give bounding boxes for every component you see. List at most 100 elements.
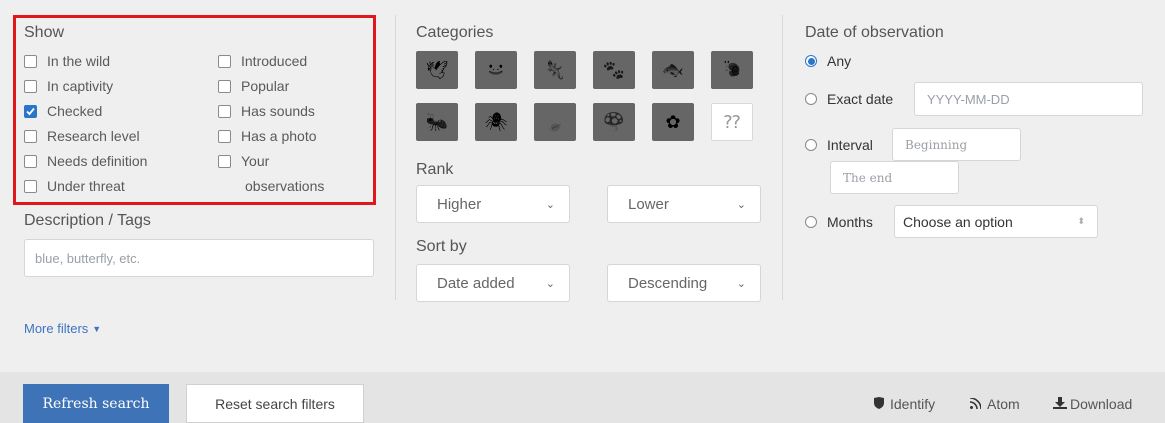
checkbox-label: Research level (47, 128, 140, 144)
checkbox[interactable] (218, 129, 231, 143)
description-title: Description / Tags (24, 212, 151, 229)
radio[interactable] (805, 139, 817, 151)
fungi-icon[interactable]: 🍄 (593, 103, 635, 141)
show-option-introduced[interactable]: Introduced (218, 53, 307, 69)
fish-icon[interactable]: 🐟 (652, 51, 694, 89)
checkbox-label: Needs definition (47, 153, 148, 169)
plant-icon[interactable]: 🍃 (534, 103, 576, 141)
checkbox-label: Introduced (241, 53, 308, 69)
date-interval-label: Interval (827, 137, 873, 153)
checkbox[interactable] (24, 79, 37, 93)
show-option-has-sounds[interactable]: Has sounds (218, 103, 315, 119)
rank-higher-select[interactable]: Higher ⌄ (416, 185, 570, 223)
caret-down-icon: ▼ (92, 323, 102, 334)
interval-end-input[interactable]: The end (830, 161, 959, 194)
shield-icon (874, 396, 884, 412)
show-option-under-threat[interactable]: Under threat (24, 178, 125, 194)
more-filters-link[interactable]: More filters ▼ (24, 321, 101, 336)
rank-lower-select[interactable]: Lower ⌄ (607, 185, 761, 223)
chevron-down-icon: ⌄ (736, 277, 746, 290)
checkbox-label: Has a photo (241, 128, 317, 144)
checkbox-label: Under threat (47, 178, 125, 194)
checkbox[interactable] (24, 129, 37, 143)
checkbox-label: Popular (241, 78, 290, 94)
download-icon (1053, 396, 1067, 412)
radio[interactable] (805, 216, 817, 228)
exact-date-input[interactable]: YYYY-MM-DD (914, 82, 1143, 116)
checkbox[interactable] (24, 104, 37, 118)
checkbox[interactable] (218, 104, 231, 118)
checkbox-label: In the wild (47, 53, 111, 69)
sort-field-value: Date added (437, 274, 515, 292)
date-months-label: Months (827, 214, 873, 230)
date-any-option[interactable]: Any (805, 53, 851, 69)
checkbox[interactable] (24, 54, 37, 68)
protozoa-icon[interactable]: ✿ (652, 103, 694, 141)
download-link[interactable]: Download (1053, 396, 1132, 412)
show-option-popular[interactable]: Popular (218, 78, 289, 94)
show-option-in-the-wild[interactable]: In the wild (24, 53, 110, 69)
rank-higher-value: Higher (437, 195, 482, 213)
date-exact-label: Exact date (827, 91, 894, 107)
checkbox-label: Checked (47, 103, 103, 119)
show-option-has-a-photo[interactable]: Has a photo (218, 128, 317, 144)
amphibian-icon[interactable]: 🐸 (475, 51, 517, 89)
show-option-checked[interactable]: Checked (24, 103, 102, 119)
checkbox[interactable] (218, 79, 231, 93)
date-title: Date of observation (805, 24, 944, 41)
categories-title: Categories (416, 24, 494, 41)
rss-icon (969, 396, 982, 412)
months-value: Choose an option (903, 213, 1013, 230)
checkbox[interactable] (218, 54, 231, 68)
divider-left (395, 15, 396, 300)
chevron-down-icon: ⌄ (736, 198, 746, 211)
mollusk-icon[interactable]: 🐌 (711, 51, 753, 89)
checkbox-label: Has sounds (241, 103, 315, 119)
description-input[interactable]: blue, butterfly, etc. (24, 239, 374, 277)
radio[interactable] (805, 93, 817, 105)
date-any-label: Any (827, 53, 852, 69)
show-option-needs-definition[interactable]: Needs definition (24, 153, 147, 169)
unknown-icon[interactable]: ⁇ (711, 103, 753, 141)
checkbox-label: In captivity (47, 78, 114, 94)
mammal-icon[interactable]: 🐾 (593, 51, 635, 89)
show-title: Show (24, 24, 65, 41)
radio-selected[interactable] (805, 55, 817, 67)
insect-icon[interactable]: 🐜 (416, 103, 458, 141)
sort-field-select[interactable]: Date added ⌄ (416, 264, 570, 302)
divider-right (782, 15, 783, 300)
your-observations-wrap-label: observations (245, 178, 325, 194)
checkbox[interactable] (24, 154, 37, 168)
chevron-down-icon: ⌄ (545, 198, 555, 211)
updown-icon: ⬍ (1077, 216, 1085, 226)
checkbox-label: Your (241, 153, 270, 169)
chevron-down-icon: ⌄ (545, 277, 555, 290)
arachnid-icon[interactable]: 🕷 (475, 103, 517, 141)
bird-icon[interactable]: 🕊 (416, 51, 458, 89)
show-option-your[interactable]: Your (218, 153, 269, 169)
refresh-search-button[interactable]: Refresh search (23, 384, 169, 423)
show-option-in-captivity[interactable]: In captivity (24, 78, 113, 94)
identify-link[interactable]: Identify (874, 396, 935, 412)
atom-link[interactable]: Atom (969, 396, 1020, 412)
identify-label: Identify (890, 396, 936, 412)
more-filters-label: More filters (24, 321, 89, 336)
atom-label: Atom (987, 396, 1020, 412)
checkbox[interactable] (218, 154, 231, 168)
sort-order-value: Descending (628, 274, 708, 292)
date-months-option[interactable]: Months (805, 214, 873, 230)
date-exact-option[interactable]: Exact date (805, 91, 893, 107)
checkbox-label-wrap: observations (245, 178, 324, 194)
months-select[interactable]: Choose an option ⬍ (894, 205, 1098, 238)
rank-title: Rank (416, 161, 454, 178)
reptile-icon[interactable]: 🦎 (534, 51, 576, 89)
rank-lower-value: Lower (628, 195, 669, 213)
sort-order-select[interactable]: Descending ⌄ (607, 264, 761, 302)
interval-beginning-input[interactable]: Beginning (892, 128, 1021, 161)
show-option-research-level[interactable]: Research level (24, 128, 140, 144)
checkbox[interactable] (24, 179, 37, 193)
sort-title: Sort by (416, 238, 467, 255)
date-interval-option[interactable]: Interval (805, 137, 873, 153)
reset-filters-button[interactable]: Reset search filters (186, 384, 364, 423)
download-label: Download (1070, 396, 1133, 412)
